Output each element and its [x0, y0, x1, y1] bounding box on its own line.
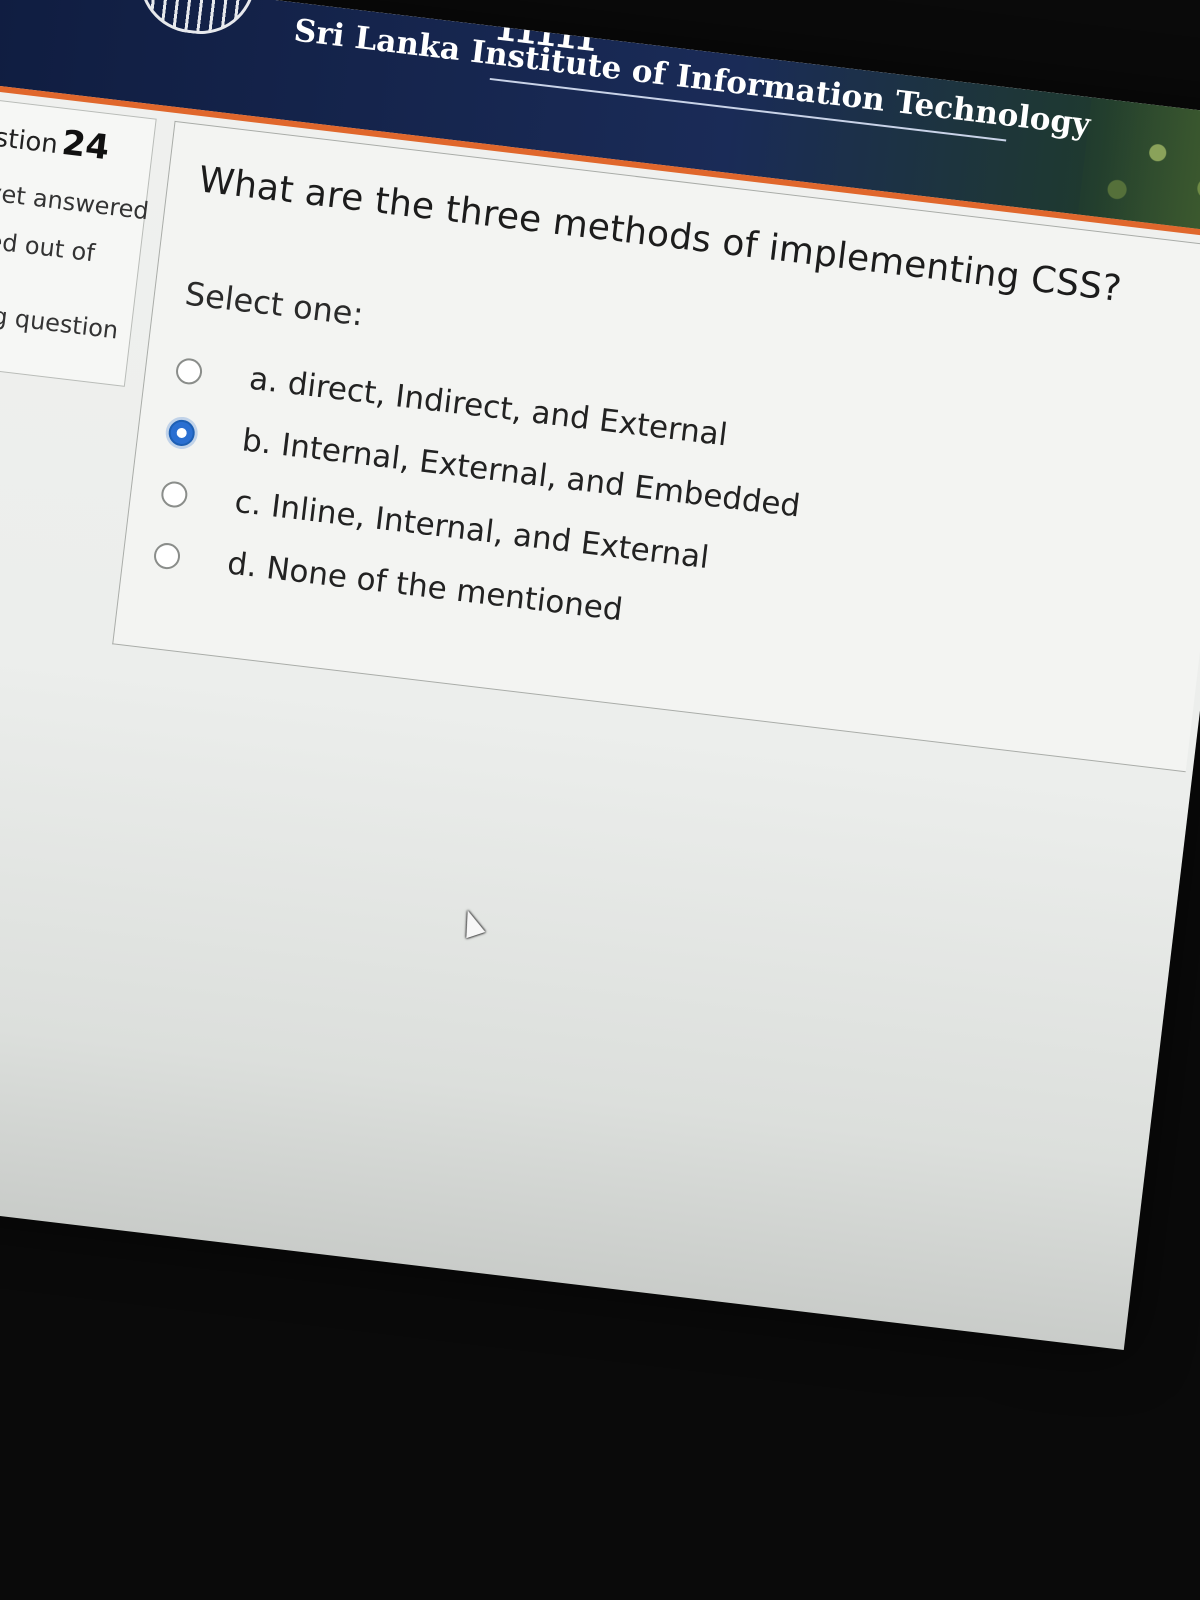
- moodle-quiz-screen: IIIII Sri Lanka Institute of Information…: [0, 0, 1200, 1350]
- flag-question-label[interactable]: Flag question: [0, 298, 120, 345]
- flag-question-button[interactable]: Flag question: [0, 296, 120, 345]
- radio-button-b[interactable]: [167, 418, 197, 448]
- banner-photo: [1077, 97, 1200, 236]
- question-number: 24: [59, 122, 112, 169]
- question-label: uestion: [0, 119, 60, 161]
- institution-title: Sri Lanka Institute of Information Techn…: [292, 12, 1093, 144]
- radio-button-a[interactable]: [174, 356, 204, 386]
- question-heading: uestion24: [0, 111, 111, 168]
- question-info-panel: uestion24 ot yet answered arked out of 0…: [0, 91, 157, 387]
- question-content: What are the three methods of implementi…: [112, 120, 1200, 773]
- radio-button-d[interactable]: [152, 541, 182, 571]
- mouse-pointer-icon: [458, 907, 486, 939]
- marks-label: arked out of: [0, 222, 97, 268]
- question-status: ot yet answered: [0, 175, 151, 226]
- select-one-prompt: Select one:: [183, 274, 366, 334]
- answer-options: a. direct, Indirect, and External b. Int…: [150, 339, 811, 661]
- institution-logo: [133, 0, 258, 41]
- radio-button-c[interactable]: [159, 480, 189, 509]
